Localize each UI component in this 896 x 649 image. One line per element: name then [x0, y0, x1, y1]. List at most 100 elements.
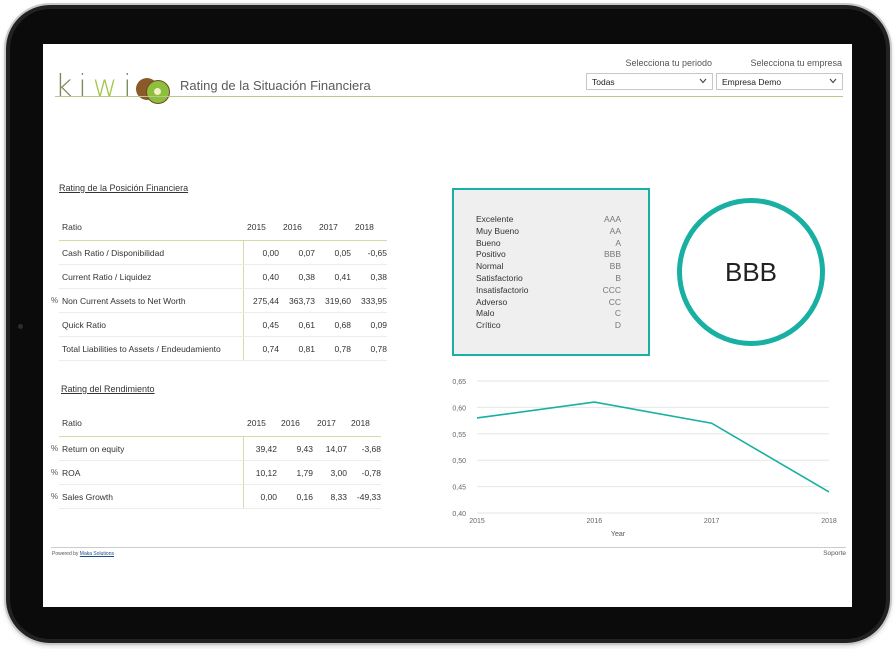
table-row: Cash Ratio / Disponibilidad 0,00 0,07 0,05-… — [59, 240, 387, 265]
company-select-value: Empresa Demo — [722, 77, 782, 87]
ratio-value-cell: 0,41 — [315, 264, 351, 289]
rating-legend-row: Excelente AAA — [476, 214, 621, 224]
rating-legend-code: BB — [609, 261, 621, 272]
column-header-year: 2018 — [347, 409, 381, 437]
rating-legend-code: D — [614, 320, 621, 331]
table-row: ROA 10,12 1,79 3,00 -0,78 — [59, 460, 381, 485]
y-tick-label: 0,50 — [452, 458, 466, 465]
powered-by-link[interactable]: Maka Solutions — [80, 551, 114, 557]
camera-dot — [18, 324, 23, 329]
x-tick-label: 2016 — [587, 518, 603, 525]
ratio-value-cell: 0,16 — [277, 484, 313, 509]
dashboard-screen: k i w i Rating de la Situación Financier… — [43, 44, 852, 607]
y-tick-label: 0,45 — [452, 485, 466, 492]
rating-legend-label: Malo — [476, 308, 495, 319]
ratio-value-cell: 0,05 — [315, 240, 351, 265]
ratio-value-cell: -0,78 — [347, 460, 381, 485]
rating-legend-label: Adverso — [476, 296, 508, 307]
rating-legend-label: Excelente — [476, 214, 514, 224]
rating-legend-code: CC — [608, 296, 621, 307]
x-tick-label: 2017 — [704, 518, 720, 525]
ratio-value-cell: -3,68 — [347, 436, 381, 461]
chevron-down-icon — [699, 78, 707, 84]
rating-trend-line-chart: 0,40 0,45 0,50 0,55 0,60 0,65 2015 2016 2017 2018… — [452, 379, 837, 538]
rating-legend-code: AAA — [603, 214, 621, 224]
ratio-value-cell: 0,00 — [242, 240, 279, 265]
ratio-value-cell: 0,38 — [351, 264, 387, 289]
ratio-value-cell: 0,07 — [279, 240, 315, 265]
y-tick-label: 0,60 — [452, 405, 466, 412]
period-select[interactable]: Todas — [586, 73, 713, 90]
ratio-value-cell: 363,73 — [279, 288, 315, 313]
performance-ratio-table: Ratio 2015 2016 2017 2018 Return on equi… — [59, 409, 381, 509]
company-select[interactable]: Empresa Demo — [716, 73, 843, 90]
ratio-name: Sales Growth — [59, 484, 243, 509]
ratio-name: Return on equity — [59, 436, 243, 461]
rating-legend-row: Muy Bueno AA — [476, 226, 621, 236]
series-line — [476, 401, 830, 493]
rating-result-value: BBB — [724, 256, 778, 287]
column-header-year: 2016 — [279, 213, 315, 241]
ratio-value-cell: 319,60 — [315, 288, 351, 313]
ratio-name: ROA — [59, 460, 243, 485]
ratio-name: Current Ratio / Liquidez — [59, 264, 243, 289]
ratio-value-cell: -49,33 — [347, 484, 381, 509]
rating-result-circle: BBB — [677, 198, 825, 346]
table-row: Current Ratio / Liquidez 0,40 0,38 0,41 0,38 — [59, 264, 387, 289]
rating-legend-row: Malo C — [476, 308, 621, 318]
kiwi-logo: k i w i — [55, 70, 172, 104]
column-header-year: 2015 — [243, 213, 279, 241]
page-title: Rating de la Situación Financiera — [180, 78, 371, 93]
rating-legend-row: Insatisfactorio CCC — [476, 285, 621, 295]
rating-legend-row: Adverso CC — [476, 297, 621, 307]
ratio-value-cell: 0,00 — [242, 484, 277, 509]
ratio-value-cell: 0,61 — [279, 312, 315, 337]
ratio-value-cell: 8,33 — [313, 484, 347, 509]
support-link[interactable]: Soporte — [823, 550, 846, 557]
rating-legend-code: B — [615, 273, 621, 283]
position-table-title: Rating de la Posición Financiera — [59, 183, 189, 193]
rating-legend-label: Muy Bueno — [476, 225, 519, 236]
table-row: Quick Ratio 0,45 0,61 0,68 0,09 — [59, 312, 387, 337]
y-tick-label: 0,40 — [452, 511, 466, 518]
x-tick-label: 2015 — [469, 518, 485, 525]
percent-indicator: % — [51, 444, 59, 453]
rating-legend-label: Bueno — [476, 237, 501, 248]
table-row: Return on equity 39,42 9,43 14,07 -3,68 — [59, 436, 381, 461]
percent-indicator: % — [51, 296, 59, 305]
kiwi-fruit-icon — [135, 76, 172, 104]
ratio-name: Quick Ratio — [59, 312, 243, 337]
column-header-year: 2016 — [277, 409, 313, 437]
ratio-name: Total Liabilities to Assets / Endeudamie… — [59, 336, 243, 361]
column-header-ratio: Ratio — [59, 213, 243, 241]
y-tick-label: 0,65 — [452, 379, 466, 386]
powered-by-text: Powered by Maka Solutions — [52, 551, 114, 557]
ratio-value-cell: 1,79 — [277, 460, 313, 485]
rating-legend-code: CCC — [602, 284, 621, 295]
rating-legend-label: Positivo — [476, 249, 506, 260]
rating-legend-code: A — [615, 237, 621, 248]
company-filter-label: Selecciona tu empresa — [750, 58, 842, 68]
ratio-value-cell: 10,12 — [242, 460, 277, 485]
percent-indicator: % — [51, 468, 59, 477]
rating-legend-row: Satisfactorio B — [476, 273, 621, 283]
ratio-name: Cash Ratio / Disponibilidad — [59, 240, 243, 265]
rating-scale-legend: Excelente AAA Muy Bueno AA Bueno A Positivo BBB… — [452, 188, 650, 356]
logo-letter-i: i — [78, 69, 93, 104]
ratio-value-cell: 9,43 — [277, 436, 313, 461]
ratio-value-cell: 0,09 — [351, 312, 387, 337]
period-select-value: Todas — [592, 77, 615, 87]
position-ratio-table: Ratio 2015 2016 2017 2018 Cash Ratio / D… — [59, 213, 387, 361]
table-row: Sales Growth 0,00 0,16 8,33 -49,33 — [59, 484, 381, 509]
rating-legend-row: Normal BB — [476, 261, 621, 271]
rating-legend-label: Normal — [476, 261, 504, 272]
header-divider — [55, 96, 843, 97]
column-header-year: 2017 — [313, 409, 347, 437]
period-filter-label: Selecciona tu periodo — [625, 58, 712, 68]
rating-legend-row: Bueno A — [476, 238, 621, 248]
column-header-ratio: Ratio — [59, 409, 243, 437]
powered-by-prefix: Powered by — [52, 551, 79, 557]
rating-legend-label: Satisfactorio — [476, 273, 523, 283]
column-header-year: 2017 — [315, 213, 351, 241]
rating-legend-label: Insatisfactorio — [476, 284, 529, 295]
